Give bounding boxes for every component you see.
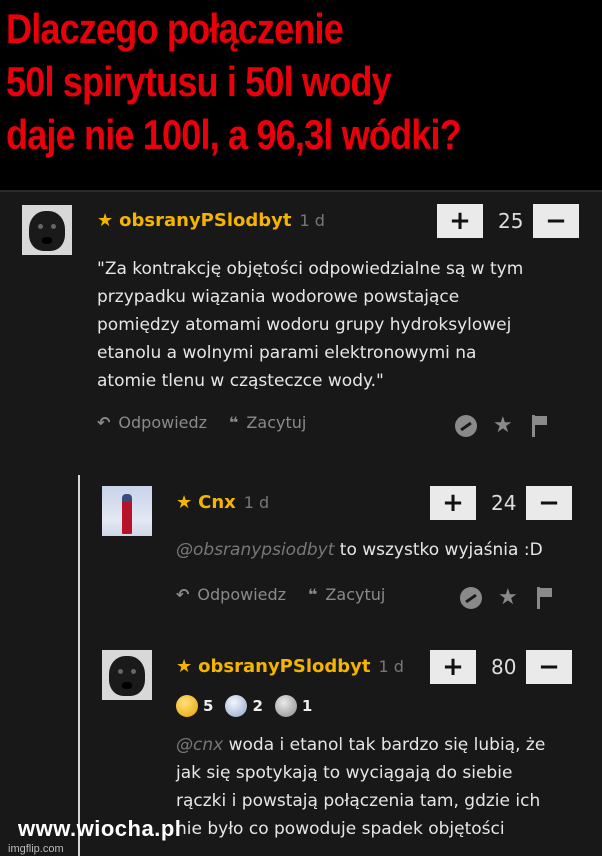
comment-age: 1 d (243, 493, 270, 512)
headline: Dlaczego połączenie 50l spirytusu i 50l … (6, 2, 596, 161)
headline-line-3: daje nie 100l, a 96,3l wódki? (6, 111, 462, 158)
headline-line-1: Dlaczego połączenie (6, 5, 344, 52)
comment-age: 1 d (299, 211, 325, 230)
comment-line: nie było co powoduje spadek objętości (176, 819, 505, 839)
block-icon[interactable] (455, 414, 477, 437)
comment-text: @cnx woda i etanol tak bardzo się lubią,… (176, 731, 545, 843)
block-icon[interactable] (460, 586, 482, 609)
comment-header: ★ obsranyPSlodbyt 1 d (97, 210, 325, 231)
comment-line: pomiędzy atomami wodoru grupy hydroksylo… (97, 315, 512, 335)
reply-icon: ↶ (97, 413, 111, 432)
comment-line: jak się spotykają to wyciągają do siebie (176, 763, 513, 783)
site-watermark: www.wiocha.pl (18, 816, 182, 841)
panel-divider (0, 190, 602, 192)
comment-actions: ↶ Odpowiedz ❝ Zacytuj (97, 413, 306, 432)
vote-count: 80 (491, 655, 517, 679)
avatar[interactable] (102, 486, 152, 536)
username-link[interactable]: obsranyPSlodbyt (198, 656, 370, 677)
comment-line: rączki i powstają połączenia tam, gdzie … (176, 791, 541, 811)
comment-tools: ★ (455, 413, 547, 438)
favorite-star-icon[interactable]: ★ (493, 413, 513, 438)
report-flag-icon[interactable] (531, 414, 547, 437)
username-link[interactable]: Cnx (198, 492, 236, 513)
quote-button[interactable]: Zacytuj (246, 413, 306, 432)
star-icon: ★ (176, 656, 193, 677)
comment-age: 1 d (378, 657, 404, 676)
comment-header: ★ Cnx 1 d (176, 492, 269, 513)
imgflip-watermark: imgflip.com (8, 843, 64, 855)
comment-header: ★ obsranyPSlodbyt 1 d (176, 656, 404, 677)
dog-avatar-image (29, 211, 65, 251)
comment-line: "Za kontrakcję objętości odpowiedzialne … (97, 259, 524, 279)
mention-link[interactable]: @cnx (176, 735, 223, 755)
avatar[interactable] (22, 205, 72, 255)
downvote-button[interactable]: − (526, 650, 572, 684)
gold-award-icon (176, 695, 198, 717)
bronze-award-count: 1 (301, 697, 313, 715)
reply-thread-line (78, 475, 80, 856)
bronze-award-icon (274, 695, 297, 717)
reply-button[interactable]: Odpowiedz (118, 413, 207, 432)
comment-line-text: woda i etanol tak bardzo się lubią, że (228, 735, 546, 755)
vote-count: 25 (498, 209, 524, 233)
favorite-star-icon[interactable]: ★ (498, 585, 518, 610)
comment-text: @obsranypsiodbyt to wszystko wyjaśnia :D (176, 536, 543, 564)
headline-line-2: 50l spirytusu i 50l wody (6, 58, 392, 105)
reply-icon: ↶ (176, 585, 190, 604)
comment-text: "Za kontrakcję objętości odpowiedzialne … (97, 255, 523, 395)
report-flag-icon[interactable] (536, 586, 552, 609)
star-icon: ★ (97, 210, 114, 231)
comment-line: etanolu a wolnymi parami elektronowymi n… (97, 343, 477, 363)
comment-line: przypadku wiązania wodorowe powstające (97, 287, 460, 307)
comment-line: @cnx woda i etanol tak bardzo się lubią,… (176, 731, 545, 759)
silver-award-count: 2 (252, 697, 263, 715)
quote-button[interactable]: Zacytuj (325, 585, 385, 604)
downvote-button[interactable]: − (533, 204, 579, 238)
dog-avatar-image (109, 656, 145, 696)
downvote-button[interactable]: − (526, 486, 572, 520)
award-badges: 5 2 1 (176, 695, 324, 717)
silver-award-icon (225, 695, 248, 717)
figure-avatar-image (122, 494, 132, 534)
avatar[interactable] (102, 650, 152, 700)
comment-panel: ★ obsranyPSlodbyt 1 d + 25 − "Za kontrakcj… (0, 190, 602, 856)
vote-count: 24 (491, 491, 517, 515)
reply-button[interactable]: Odpowiedz (197, 585, 286, 604)
quote-icon: ❝ (308, 585, 318, 604)
quote-icon: ❝ (229, 413, 239, 432)
gold-award-count: 5 (203, 697, 214, 715)
mention-link[interactable]: @obsranypsiodbyt (176, 540, 334, 560)
comment-line: to wszystko wyjaśnia :D (339, 540, 543, 560)
upvote-button[interactable]: + (430, 650, 476, 684)
username-link[interactable]: obsranyPSlodbyt (119, 210, 291, 231)
upvote-button[interactable]: + (430, 486, 476, 520)
comment-tools: ★ (460, 585, 552, 610)
star-icon: ★ (176, 492, 193, 513)
comment-actions: ↶ Odpowiedz ❝ Zacytuj (176, 585, 385, 604)
comment-line: atomie tlenu w cząsteczce wody." (97, 371, 384, 391)
upvote-button[interactable]: + (437, 204, 483, 238)
